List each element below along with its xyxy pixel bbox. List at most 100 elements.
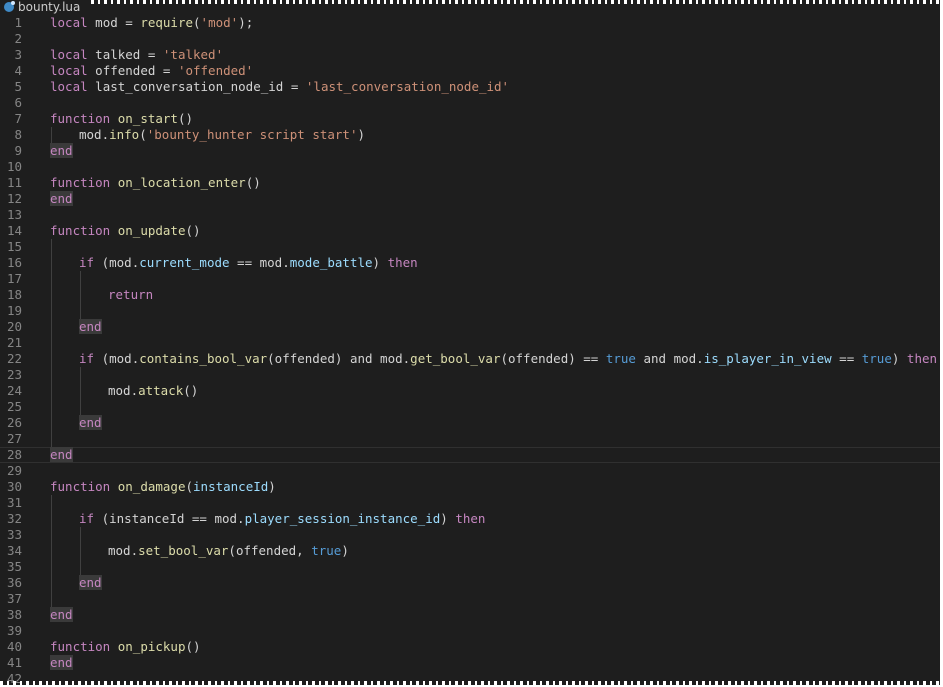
code-line[interactable]: 7 function on_start() — [0, 111, 940, 127]
code-text: function on_damage(instanceId) — [50, 479, 276, 495]
code-token: local — [50, 63, 88, 78]
code-line[interactable]: 18 return — [0, 287, 940, 303]
code-text: return — [108, 287, 153, 303]
code-text: if (mod.contains_bool_var(offended) and … — [79, 351, 937, 367]
indent-guide — [80, 383, 81, 399]
code-token: function — [50, 175, 111, 190]
code-editor[interactable]: bounty.lua 1 local mod = require('mod'); 2… — [0, 0, 940, 685]
code-token: get_bool_var — [410, 351, 501, 366]
indent-guide — [51, 367, 52, 383]
indent-guide — [51, 591, 52, 607]
code-token: mod. — [666, 351, 704, 366]
line-number: 8 — [14, 127, 22, 142]
code-line[interactable]: 34 mod.set_bool_var(offended, true) — [0, 543, 940, 559]
code-line[interactable]: 15 — [0, 239, 940, 255]
code-line[interactable]: 20 end — [0, 319, 940, 335]
code-line[interactable]: 17 — [0, 271, 940, 287]
code-token: function — [50, 639, 111, 654]
line-number: 4 — [14, 63, 22, 78]
code-token: (mod. — [94, 351, 140, 366]
indent-guide — [51, 127, 52, 143]
line-number: 21 — [6, 335, 22, 350]
code-token: on_damage — [117, 479, 186, 494]
indent-guide — [51, 495, 52, 511]
indent-guide — [80, 367, 81, 383]
code-line[interactable]: 36 end — [0, 575, 940, 591]
code-line[interactable]: 10 — [0, 159, 940, 175]
code-token: local — [50, 47, 88, 62]
code-line[interactable]: 4 local offended = 'offended' — [0, 63, 940, 79]
code-token: attack — [138, 383, 184, 398]
code-text: function on_start() — [50, 111, 193, 127]
code-token: player_session_instance_id — [244, 511, 441, 526]
code-text: end — [50, 447, 73, 462]
line-number: 41 — [6, 655, 22, 670]
line-number: 35 — [6, 559, 22, 574]
code-line[interactable]: 16 if (mod.current_mode == mod.mode_battl… — [0, 255, 940, 271]
code-token: mod. — [108, 543, 139, 558]
code-line[interactable]: 31 — [0, 495, 940, 511]
code-line[interactable]: 9 end — [0, 143, 940, 159]
line-number: 12 — [6, 191, 22, 206]
code-line[interactable]: 33 — [0, 527, 940, 543]
code-text: local talked = 'talked' — [50, 47, 223, 63]
line-number: 33 — [6, 527, 22, 542]
code-line[interactable]: 28 end — [0, 447, 940, 463]
code-token: on_pickup — [117, 639, 186, 654]
code-line[interactable]: 24 mod.attack() — [0, 383, 940, 399]
code-line[interactable]: 42 — [0, 671, 940, 685]
code-line[interactable]: 40 function on_pickup() — [0, 639, 940, 655]
code-line[interactable]: 27 — [0, 431, 940, 447]
code-line[interactable]: 25 — [0, 399, 940, 415]
indent-guide — [51, 319, 52, 335]
code-token: mod. — [108, 383, 139, 398]
code-line[interactable]: 22 if (mod.contains_bool_var(offended) an… — [0, 351, 940, 367]
code-line[interactable]: 3 local talked = 'talked' — [0, 47, 940, 63]
code-line[interactable]: 6 — [0, 95, 940, 111]
code-lines[interactable]: 1 local mod = require('mod'); 2 3 local talk… — [0, 15, 940, 685]
code-line[interactable]: 8 mod.info('bounty_hunter script start') — [0, 127, 940, 143]
code-token: set_bool_var — [138, 543, 229, 558]
code-token: local — [50, 79, 88, 94]
line-number: 10 — [6, 159, 22, 174]
code-line[interactable]: 41 end — [0, 655, 940, 671]
code-line[interactable]: 30 function on_damage(instanceId) — [0, 479, 940, 495]
code-line[interactable]: 11 function on_location_enter() — [0, 175, 940, 191]
code-line[interactable]: 21 — [0, 335, 940, 351]
file-tab[interactable]: bounty.lua — [0, 0, 89, 14]
code-line[interactable]: 5 local last_conversation_node_id = 'last… — [0, 79, 940, 95]
code-line[interactable]: 35 — [0, 559, 940, 575]
code-token: ( — [193, 15, 201, 30]
code-line[interactable]: 2 — [0, 31, 940, 47]
code-token: mod = — [87, 15, 141, 30]
line-number: 30 — [6, 479, 22, 494]
code-token: on_location_enter — [117, 175, 246, 190]
code-line[interactable]: 14 function on_update() — [0, 223, 940, 239]
code-token: end — [50, 655, 73, 670]
line-number: 3 — [14, 47, 22, 62]
code-line[interactable]: 32 if (instanceId == mod.player_session_i… — [0, 511, 940, 527]
code-line[interactable]: 13 — [0, 207, 940, 223]
code-text: end — [50, 655, 73, 671]
code-line[interactable]: 37 — [0, 591, 940, 607]
code-text: end — [50, 607, 73, 623]
code-line[interactable]: 1 local mod = require('mod'); — [0, 15, 940, 31]
code-token: 'mod' — [200, 15, 239, 30]
code-token: mod. — [372, 351, 411, 366]
code-line[interactable]: 29 — [0, 463, 940, 479]
code-line[interactable]: 39 — [0, 623, 940, 639]
code-line[interactable]: 26 end — [0, 415, 940, 431]
code-line[interactable]: 19 — [0, 303, 940, 319]
code-line[interactable]: 38 end — [0, 607, 940, 623]
code-text: function on_location_enter() — [50, 175, 261, 191]
code-line[interactable]: 23 — [0, 367, 940, 383]
indent-guide — [51, 415, 52, 431]
indent-guide — [51, 559, 52, 575]
line-number: 37 — [6, 591, 22, 606]
indent-guide — [51, 255, 52, 271]
code-line[interactable]: 12 end — [0, 191, 940, 207]
code-token: ) — [372, 255, 388, 270]
